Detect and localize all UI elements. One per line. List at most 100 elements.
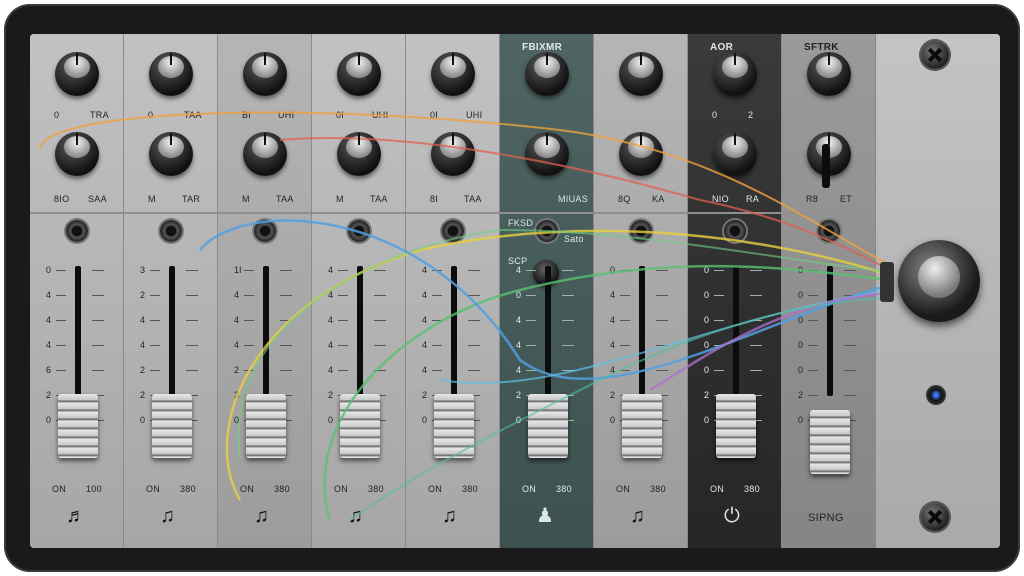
eq-knob[interactable] — [337, 132, 381, 176]
scale-mark: 3 — [140, 265, 146, 275]
scale-mark: 4 — [610, 290, 616, 300]
input-jack[interactable] — [442, 220, 464, 242]
fader-label-left: ON — [52, 484, 67, 494]
section-divider — [688, 212, 781, 214]
scale-mark: 0 — [798, 265, 804, 275]
fader-label-left: ON — [522, 484, 537, 494]
scale-tick — [432, 270, 442, 271]
scale-mark: 0 — [704, 290, 710, 300]
fader-track — [75, 266, 81, 396]
eq-knob[interactable] — [619, 132, 663, 176]
scale-tick — [432, 295, 442, 296]
channel-fader[interactable] — [340, 394, 380, 458]
input-jack[interactable] — [536, 220, 558, 242]
scale-tick — [750, 295, 762, 296]
knob-label-right: UHI — [372, 110, 389, 120]
channel-strip-8: AOR 0 2 NIO RA 0 0 0 0 0 2 0 ON 380 ⏻ — [688, 34, 782, 548]
scale-tick — [620, 270, 630, 271]
input-jack[interactable] — [254, 220, 276, 242]
scale-mark: 0 — [46, 415, 52, 425]
knob-label-left: 0 — [148, 110, 154, 120]
scale-mark: 2 — [422, 390, 428, 400]
gain-knob[interactable] — [619, 52, 663, 96]
scale-mark: 4 — [328, 315, 334, 325]
input-jack[interactable] — [160, 220, 182, 242]
gain-knob[interactable] — [55, 52, 99, 96]
scale-mark: 4 — [328, 290, 334, 300]
fader-label-right: 380 — [556, 484, 572, 494]
channel-fader[interactable] — [152, 394, 192, 458]
channel-fader[interactable] — [716, 394, 756, 458]
knob-label-left: M — [242, 194, 250, 204]
master-knob[interactable] — [898, 240, 980, 322]
channel-header: FBIXMR — [522, 42, 563, 53]
fader-track — [639, 266, 645, 396]
scale-tick — [244, 270, 254, 271]
scale-tick — [808, 370, 818, 371]
gain-knob[interactable] — [525, 52, 569, 96]
fader-track — [169, 266, 175, 396]
scale-tick — [92, 270, 104, 271]
input-jack[interactable] — [66, 220, 88, 242]
scale-mark: 0 — [610, 415, 616, 425]
scale-mark: 2 — [140, 365, 146, 375]
section-divider — [30, 212, 123, 214]
section-divider — [782, 212, 875, 214]
gain-knob[interactable] — [713, 52, 757, 96]
knob-label-left: M — [336, 194, 344, 204]
robot-icon: ♟ — [536, 505, 554, 527]
gain-knob[interactable] — [149, 52, 193, 96]
fader-label-right: 380 — [462, 484, 478, 494]
scale-mark: 4 — [422, 290, 428, 300]
knob-label-left: 0I — [430, 110, 439, 120]
scale-tick — [468, 370, 480, 371]
gain-knob[interactable] — [431, 52, 475, 96]
scale-mark: 3 — [234, 390, 240, 400]
scale-tick — [92, 320, 104, 321]
knob-label-right: TAA — [184, 110, 202, 120]
scale-mark: 4 — [46, 290, 52, 300]
gain-knob[interactable] — [243, 52, 287, 96]
section-divider — [124, 212, 217, 214]
channel-fader[interactable] — [810, 410, 850, 474]
scale-tick — [150, 320, 160, 321]
scale-tick — [432, 370, 442, 371]
knob-label-right: TAR — [182, 194, 201, 204]
eq-knob[interactable] — [713, 132, 757, 176]
eq-knob[interactable] — [243, 132, 287, 176]
eq-knob[interactable] — [149, 132, 193, 176]
scale-tick — [562, 270, 574, 271]
scale-mark: 0 — [798, 365, 804, 375]
screw-icon — [921, 41, 949, 69]
channel-fader[interactable] — [58, 394, 98, 458]
gain-knob[interactable] — [807, 52, 851, 96]
input-jack[interactable] — [348, 220, 370, 242]
input-jack[interactable] — [630, 220, 652, 242]
scale-tick — [750, 270, 762, 271]
eq-knob[interactable] — [431, 132, 475, 176]
channel-fader[interactable] — [622, 394, 662, 458]
channel-fader[interactable] — [434, 394, 474, 458]
scale-tick — [150, 295, 160, 296]
scale-tick — [808, 345, 818, 346]
channel-fader[interactable] — [528, 394, 568, 458]
input-jack[interactable] — [724, 220, 746, 242]
scale-tick — [620, 370, 630, 371]
scale-tick — [280, 345, 292, 346]
input-jack[interactable] — [818, 220, 840, 242]
scale-mark: 4 — [516, 340, 522, 350]
scale-tick — [432, 320, 442, 321]
channel-fader[interactable] — [246, 394, 286, 458]
mixer-panel: 0 TRA 8IO SAA 0 4 4 4 6 2 0 ON 100 ♬ 0 TAA M TAR 3 2 4 4 2 2 0 ON… — [30, 34, 1000, 548]
eq-knob[interactable] — [55, 132, 99, 176]
scale-mark: 4 — [422, 265, 428, 275]
music-note-icon: ♫ — [348, 505, 363, 527]
gain-knob[interactable] — [337, 52, 381, 96]
scale-mark: 2 — [46, 390, 52, 400]
eq-knob[interactable] — [525, 132, 569, 176]
scale-tick — [844, 270, 856, 271]
scale-tick — [150, 345, 160, 346]
fader-track — [545, 266, 551, 396]
knob-label-right: TAA — [370, 194, 388, 204]
channel-header: SFTRK — [804, 42, 839, 53]
